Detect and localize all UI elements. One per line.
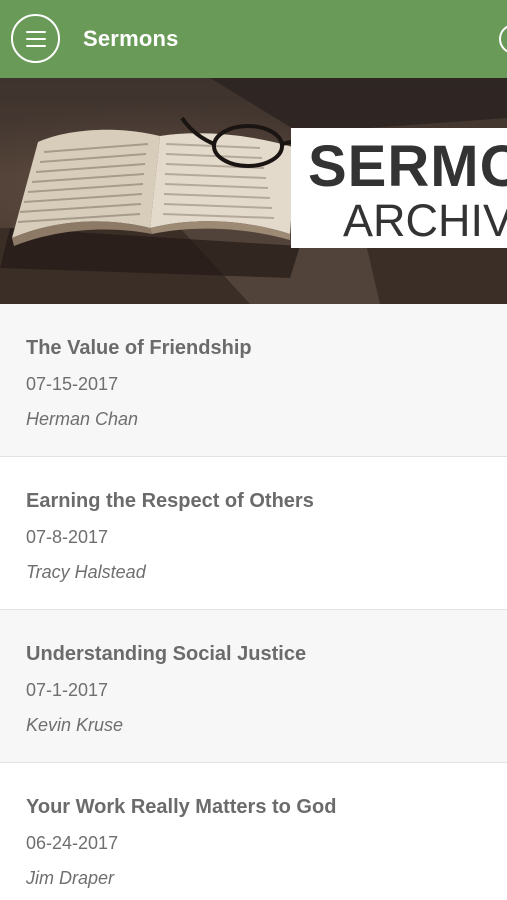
- sermon-speaker: Kevin Kruse: [26, 715, 124, 735]
- sermon-list: The Value of Friendship 07-15-2017 Herma…: [0, 304, 507, 900]
- sermon-date: 07-1-2017: [26, 680, 109, 700]
- app-bar: Sermons: [0, 0, 507, 78]
- sermon-date: 07-8-2017: [26, 527, 109, 547]
- menu-line: [25, 30, 46, 33]
- sermon-title: The Value of Friendship: [26, 337, 252, 359]
- sermon-date: 07-15-2017: [26, 374, 119, 394]
- sermon-archive-label: SERMO ARCHIVE: [291, 128, 507, 248]
- sermon-list-item[interactable]: Your Work Really Matters to God 06-24-20…: [0, 763, 507, 900]
- sermon-title: Understanding Social Justice: [26, 643, 307, 665]
- hamburger-menu-icon[interactable]: [11, 14, 60, 63]
- menu-line: [25, 44, 46, 47]
- menu-line: [25, 37, 46, 40]
- sermon-list-item[interactable]: The Value of Friendship 07-15-2017 Herma…: [0, 304, 507, 457]
- sermon-speaker: Jim Draper: [26, 868, 115, 888]
- hero-subtitle: ARCHIVE: [343, 195, 507, 246]
- sermon-speaker: Tracy Halstead: [26, 562, 146, 582]
- sermon-list-item[interactable]: Earning the Respect of Others 07-8-2017 …: [0, 457, 507, 610]
- hero-banner: SERMO ARCHIVE: [0, 78, 507, 304]
- sermon-date: 06-24-2017: [26, 833, 119, 853]
- circle-icon[interactable]: [499, 24, 507, 54]
- sermon-title: Earning the Respect of Others: [26, 490, 314, 512]
- sermon-title: Your Work Really Matters to God: [26, 796, 337, 818]
- sermon-speaker: Herman Chan: [26, 409, 139, 429]
- hero-title: SERMO: [308, 134, 507, 199]
- sermon-list-item[interactable]: Understanding Social Justice 07-1-2017 K…: [0, 610, 507, 763]
- page-title: Sermons: [83, 26, 179, 51]
